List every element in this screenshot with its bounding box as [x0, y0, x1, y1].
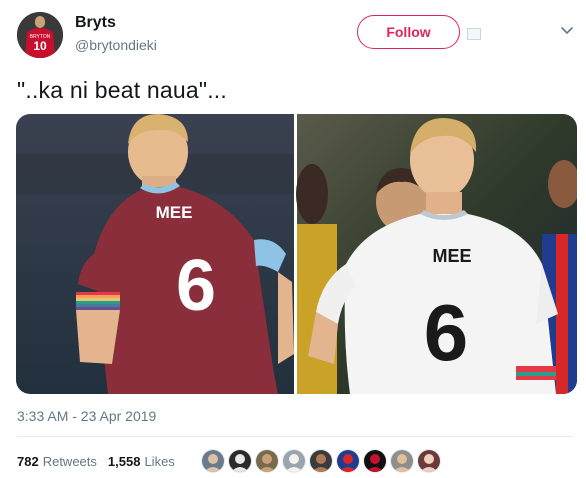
tweet-timestamp[interactable]: 3:33 AM - 23 Apr 2019: [17, 408, 156, 424]
liker-avatar[interactable]: [228, 449, 252, 473]
author-avatar[interactable]: BRYTON 10: [17, 12, 63, 58]
author-name[interactable]: Bryts: [75, 14, 116, 32]
liker-avatar[interactable]: [390, 449, 414, 473]
chevron-down-icon[interactable]: [560, 26, 574, 36]
liker-avatar[interactable]: [417, 449, 441, 473]
left-shirt-number: 6: [176, 246, 216, 326]
right-shirt-name: MEE: [432, 246, 471, 266]
tweet-stats: 782 Retweets 1,558 Likes: [17, 454, 175, 469]
follow-button[interactable]: Follow: [357, 15, 460, 49]
liker-avatar[interactable]: [255, 449, 279, 473]
tweet-media[interactable]: MEE 6 MEE 6: [16, 114, 577, 394]
likes-count: 1,558: [107, 454, 141, 469]
retweets-stat[interactable]: 782 Retweets: [17, 454, 97, 469]
liker-avatar[interactable]: [201, 449, 225, 473]
retweets-label: Retweets: [42, 454, 97, 469]
right-photo: MEE 6: [296, 114, 577, 394]
liker-avatar[interactable]: [363, 449, 387, 473]
left-photo: MEE 6: [16, 114, 294, 394]
liker-avatar[interactable]: [336, 449, 360, 473]
retweets-count: 782: [17, 454, 39, 469]
liker-avatar[interactable]: [309, 449, 333, 473]
divider: [17, 436, 572, 437]
left-shirt-name: MEE: [156, 203, 193, 222]
author-handle[interactable]: @brytondieki: [75, 37, 157, 53]
avatar-jersey-number: 10: [33, 39, 47, 53]
liker-avatars: [201, 449, 441, 473]
right-shirt-number: 6: [424, 288, 469, 377]
likes-stat[interactable]: 1,558 Likes: [108, 454, 175, 469]
liker-avatar[interactable]: [282, 449, 306, 473]
tweet-text: "..ka ni beat naua"...: [17, 77, 227, 103]
likes-label: Likes: [144, 454, 175, 469]
flag-icon: [467, 28, 481, 40]
